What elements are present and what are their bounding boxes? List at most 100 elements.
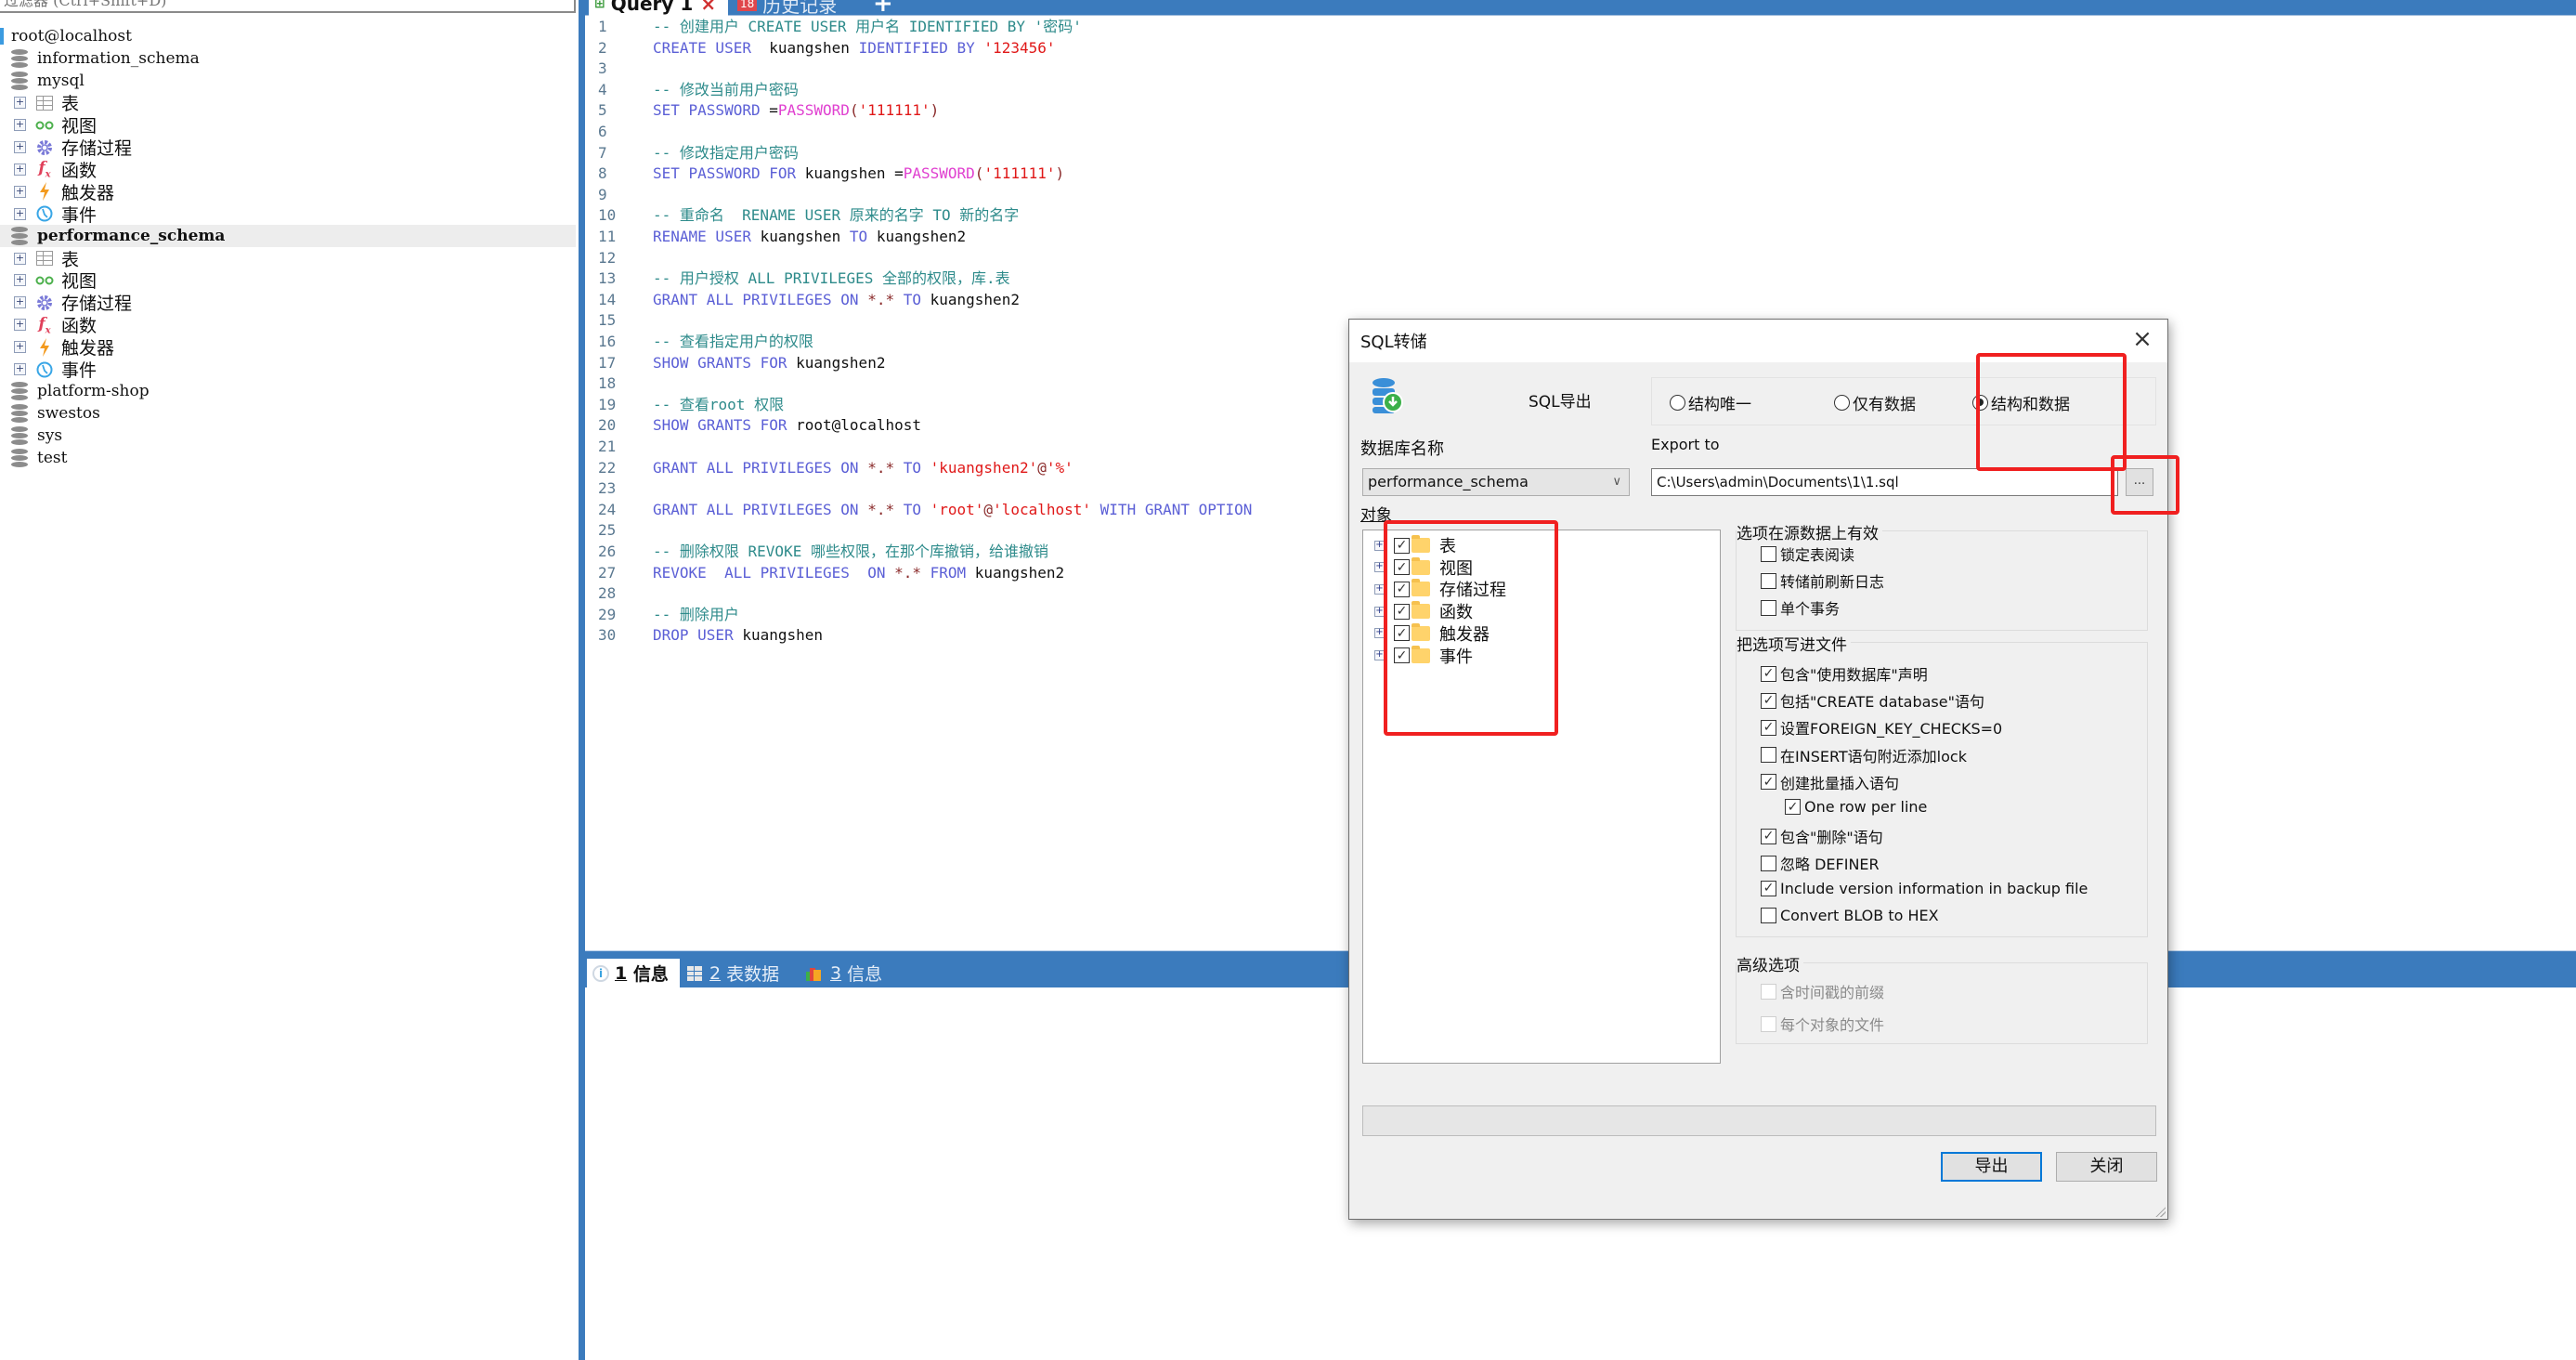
tab-info-3[interactable]: 3 信息 [806, 959, 882, 987]
radio-button[interactable] [1972, 395, 1988, 411]
code-line[interactable]: 27 REVOKE ALL PRIVILEGES ON *.* FROM kuan… [585, 563, 1064, 583]
schema-object-node[interactable]: + 事件 [0, 203, 97, 226]
schema-object-node[interactable]: + 视图 [0, 114, 97, 137]
database-node[interactable]: information_schema [0, 47, 200, 70]
tab-query-1[interactable]: ⊞ Query 1 × [589, 0, 728, 16]
object-checkbox[interactable]: ✓ [1394, 647, 1410, 663]
option-checkbox-row[interactable]: 单个事务 [1761, 596, 1840, 619]
tab-table-data[interactable]: 2 表数据 [687, 959, 779, 987]
expand-icon[interactable]: + [14, 319, 26, 332]
code-line[interactable]: 1 -- 创建用户 CREATE USER 用户名 IDENTIFIED BY '… [585, 17, 1082, 37]
option-checkbox-row[interactable]: 含时间戳的前缀 [1761, 980, 1884, 1002]
code-line[interactable]: 9 [585, 185, 653, 205]
option-checkbox-row[interactable]: ✓ 包含"使用数据库"声明 [1761, 662, 1928, 685]
object-item[interactable]: + ✓ 事件 [1374, 645, 1473, 667]
tab-history[interactable]: 18 历史记录 [734, 0, 837, 17]
expand-icon[interactable]: + [14, 207, 26, 220]
code-line[interactable]: 23 [585, 478, 653, 499]
checkbox[interactable]: ✓ [1761, 880, 1776, 896]
schema-object-node[interactable]: + fx 函数 [0, 314, 97, 336]
expand-icon[interactable]: + [1374, 540, 1385, 551]
database-node[interactable]: platform-shop [0, 380, 150, 402]
object-item[interactable]: + ✓ 视图 [1374, 556, 1473, 579]
code-line[interactable]: 17 SHOW GRANTS FOR kuangshen2 [585, 353, 885, 373]
option-checkbox-row[interactable]: 在INSERT语句附近添加lock [1761, 744, 1967, 766]
database-node[interactable]: test [0, 447, 67, 469]
option-checkbox-row[interactable]: ✓ One row per line [1785, 798, 1927, 816]
code-line[interactable]: 28 [585, 583, 653, 604]
schema-object-node[interactable]: + 表 [0, 92, 79, 114]
expand-icon[interactable]: + [14, 119, 26, 132]
expand-icon[interactable]: + [14, 185, 26, 198]
code-line[interactable]: 7 -- 修改指定用户密码 [585, 143, 799, 163]
object-item[interactable]: + ✓ 存储过程 [1374, 578, 1506, 600]
add-tab-button[interactable]: + [873, 0, 893, 18]
checkbox[interactable] [1761, 599, 1776, 616]
option-checkbox-row[interactable]: Convert BLOB to HEX [1761, 907, 1939, 924]
option-checkbox-row[interactable]: 每个对象的文件 [1761, 1013, 1884, 1035]
schema-object-node[interactable]: + 事件 [0, 359, 97, 381]
checkbox[interactable] [1761, 572, 1776, 589]
code-line[interactable]: 11 RENAME USER kuangshen TO kuangshen2 [585, 227, 966, 247]
code-line[interactable]: 18 [585, 373, 653, 394]
code-line[interactable]: 19 -- 查看root 权限 [585, 395, 784, 415]
expand-icon[interactable]: + [1374, 583, 1385, 595]
checkbox[interactable] [1761, 907, 1776, 923]
database-node[interactable]: performance_schema [0, 225, 576, 248]
checkbox[interactable]: ✓ [1761, 665, 1776, 682]
option-checkbox-row[interactable]: ✓ Include version information in backup f… [1761, 880, 2088, 897]
code-line[interactable]: 25 [585, 520, 653, 541]
code-line[interactable]: 4 -- 修改当前用户密码 [585, 80, 799, 100]
expand-icon[interactable]: + [14, 97, 26, 110]
schema-object-node[interactable]: + 存储过程 [0, 137, 132, 159]
object-checkbox[interactable]: ✓ [1394, 559, 1410, 576]
schema-object-node[interactable]: + 触发器 [0, 336, 114, 359]
code-line[interactable]: 21 [585, 437, 653, 457]
code-line[interactable]: 29 -- 删除用户 [585, 605, 739, 625]
radio-button[interactable] [1834, 395, 1850, 411]
code-line[interactable]: 30 DROP USER kuangshen [585, 625, 823, 646]
close-icon[interactable]: × [2128, 325, 2156, 353]
panel-splitter[interactable] [579, 0, 585, 1360]
checkbox[interactable]: ✓ [1761, 774, 1776, 791]
object-checkbox[interactable]: ✓ [1394, 581, 1410, 597]
option-checkbox-row[interactable]: ✓ 包括"CREATE database"语句 [1761, 689, 1984, 712]
export-path-input[interactable]: C:\Users\admin\Documents\1\1.sql [1651, 468, 2118, 496]
export-button[interactable]: 导出 [1941, 1152, 2042, 1182]
tab-info-1[interactable]: i 1 信息 [587, 959, 680, 987]
resize-grip[interactable] [2154, 1206, 2166, 1217]
object-checkbox[interactable]: ✓ [1394, 625, 1410, 642]
checkbox[interactable] [1761, 855, 1776, 871]
expand-icon[interactable]: + [14, 141, 26, 153]
option-checkbox-row[interactable]: 忽略 DEFINER [1761, 852, 1880, 874]
code-line[interactable]: 10 -- 重命名 RENAME USER 原来的名字 TO 新的名字 [585, 205, 1019, 226]
database-node[interactable]: mysql [0, 70, 85, 92]
code-line[interactable]: 20 SHOW GRANTS FOR root@localhost [585, 415, 921, 436]
object-item[interactable]: + ✓ 触发器 [1374, 622, 1490, 645]
connection-root[interactable]: root@localhost [0, 25, 132, 47]
option-checkbox-row[interactable]: ✓ 包含"删除"语句 [1761, 825, 1883, 847]
radio-data-only[interactable]: 仅有数据 [1834, 391, 1916, 414]
database-node[interactable]: sys [0, 425, 62, 447]
code-line[interactable]: 14 GRANT ALL PRIVILEGES ON *.* TO kuangsh… [585, 290, 1020, 310]
schema-object-node[interactable]: + 视图 [0, 269, 97, 292]
dialog-titlebar[interactable]: SQL转储 × [1349, 320, 2167, 362]
object-item[interactable]: + ✓ 函数 [1374, 600, 1473, 622]
option-checkbox-row[interactable]: ✓ 设置FOREIGN_KEY_CHECKS=0 [1761, 716, 2002, 739]
expand-icon[interactable]: + [1374, 628, 1385, 639]
code-line[interactable]: 24 GRANT ALL PRIVILEGES ON *.* TO 'root'@… [585, 500, 1252, 520]
expand-icon[interactable]: + [1374, 606, 1385, 617]
radio-structure-only[interactable]: 结构唯一 [1670, 391, 1751, 414]
object-checkbox[interactable]: ✓ [1394, 603, 1410, 620]
code-line[interactable]: 16 -- 查看指定用户的权限 [585, 332, 813, 352]
code-line[interactable]: 8 SET PASSWORD FOR kuangshen =PASSWORD('1… [585, 163, 1064, 184]
expand-icon[interactable]: + [14, 296, 26, 309]
expand-icon[interactable]: + [14, 163, 26, 176]
expand-icon[interactable]: + [14, 341, 26, 354]
browse-button[interactable]: ... [2126, 468, 2153, 496]
checkbox[interactable]: ✓ [1761, 828, 1776, 844]
database-node[interactable]: swestos [0, 402, 100, 425]
code-line[interactable]: 22 GRANT ALL PRIVILEGES ON *.* TO 'kuangs… [585, 458, 1073, 478]
option-checkbox-row[interactable]: ✓ 创建批量插入语句 [1761, 771, 1899, 793]
radio-structure-and-data[interactable]: 结构和数据 [1972, 391, 2070, 414]
